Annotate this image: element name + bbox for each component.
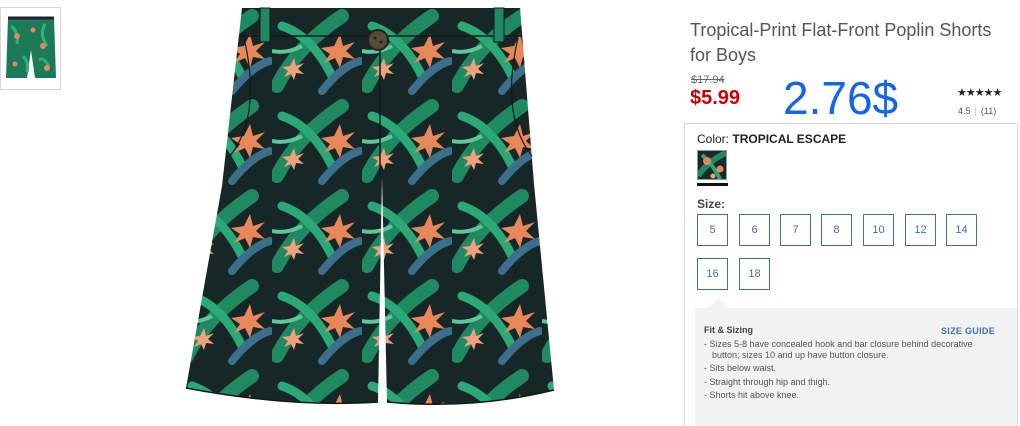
size-option-16[interactable]: 16 (697, 258, 728, 290)
rating-stars[interactable]: ★★★★★ (957, 86, 1002, 99)
color-name: TROPICAL ESCAPE (732, 132, 847, 146)
size-option-8[interactable]: 8 (821, 214, 852, 246)
fit-detail-waist: - Sits below waist. (704, 363, 777, 373)
size-option-12[interactable]: 12 (905, 214, 936, 246)
color-label-text: Color: (697, 132, 730, 146)
selected-swatch-indicator (697, 183, 728, 186)
size-option-18[interactable]: 18 (739, 258, 770, 290)
product-title: Tropical-Print Flat-Front Poplin Shorts … (690, 20, 992, 65)
size-option-7[interactable]: 7 (780, 214, 811, 246)
fit-detail-hip-thigh: - Straight through hip and thigh. (704, 376, 831, 387)
swatch-pattern (698, 151, 726, 179)
size-option-6[interactable]: 6 (739, 214, 770, 246)
fit-detail-length: - Shorts hit above knee. (704, 390, 800, 400)
size-guide-link[interactable]: SIZE GUIDE (941, 326, 995, 336)
thumbnail-image (6, 16, 56, 78)
sale-price: $5.99 (690, 87, 741, 109)
size-option-14[interactable]: 14 (946, 214, 977, 246)
fit-detail-closure: - Sizes 5-8 have concealed hook and bar … (704, 339, 973, 360)
fit-sizing-heading: Fit & Sizing (704, 325, 753, 335)
size-option-10[interactable]: 10 (863, 214, 894, 246)
color-swatch-tropical-escape[interactable] (697, 150, 727, 180)
size-option-5[interactable]: 5 (697, 214, 728, 246)
original-price: $17.94 (691, 74, 725, 86)
color-label: Color: TROPICAL ESCAPE (697, 132, 846, 146)
fit-details-list: - Sizes 5-8 have concealed hook and bar … (704, 339, 994, 404)
overlay-price-annotation: 2.76$ (783, 72, 899, 124)
product-thumbnail[interactable] (0, 7, 61, 90)
rating-value: 4.5 (958, 106, 971, 116)
size-label: Size: (697, 197, 726, 211)
rating-separator: | (974, 106, 977, 116)
review-count: (11) (980, 106, 997, 116)
rating-summary[interactable]: 4.5 | (11) (958, 106, 996, 116)
product-image (185, 7, 555, 406)
